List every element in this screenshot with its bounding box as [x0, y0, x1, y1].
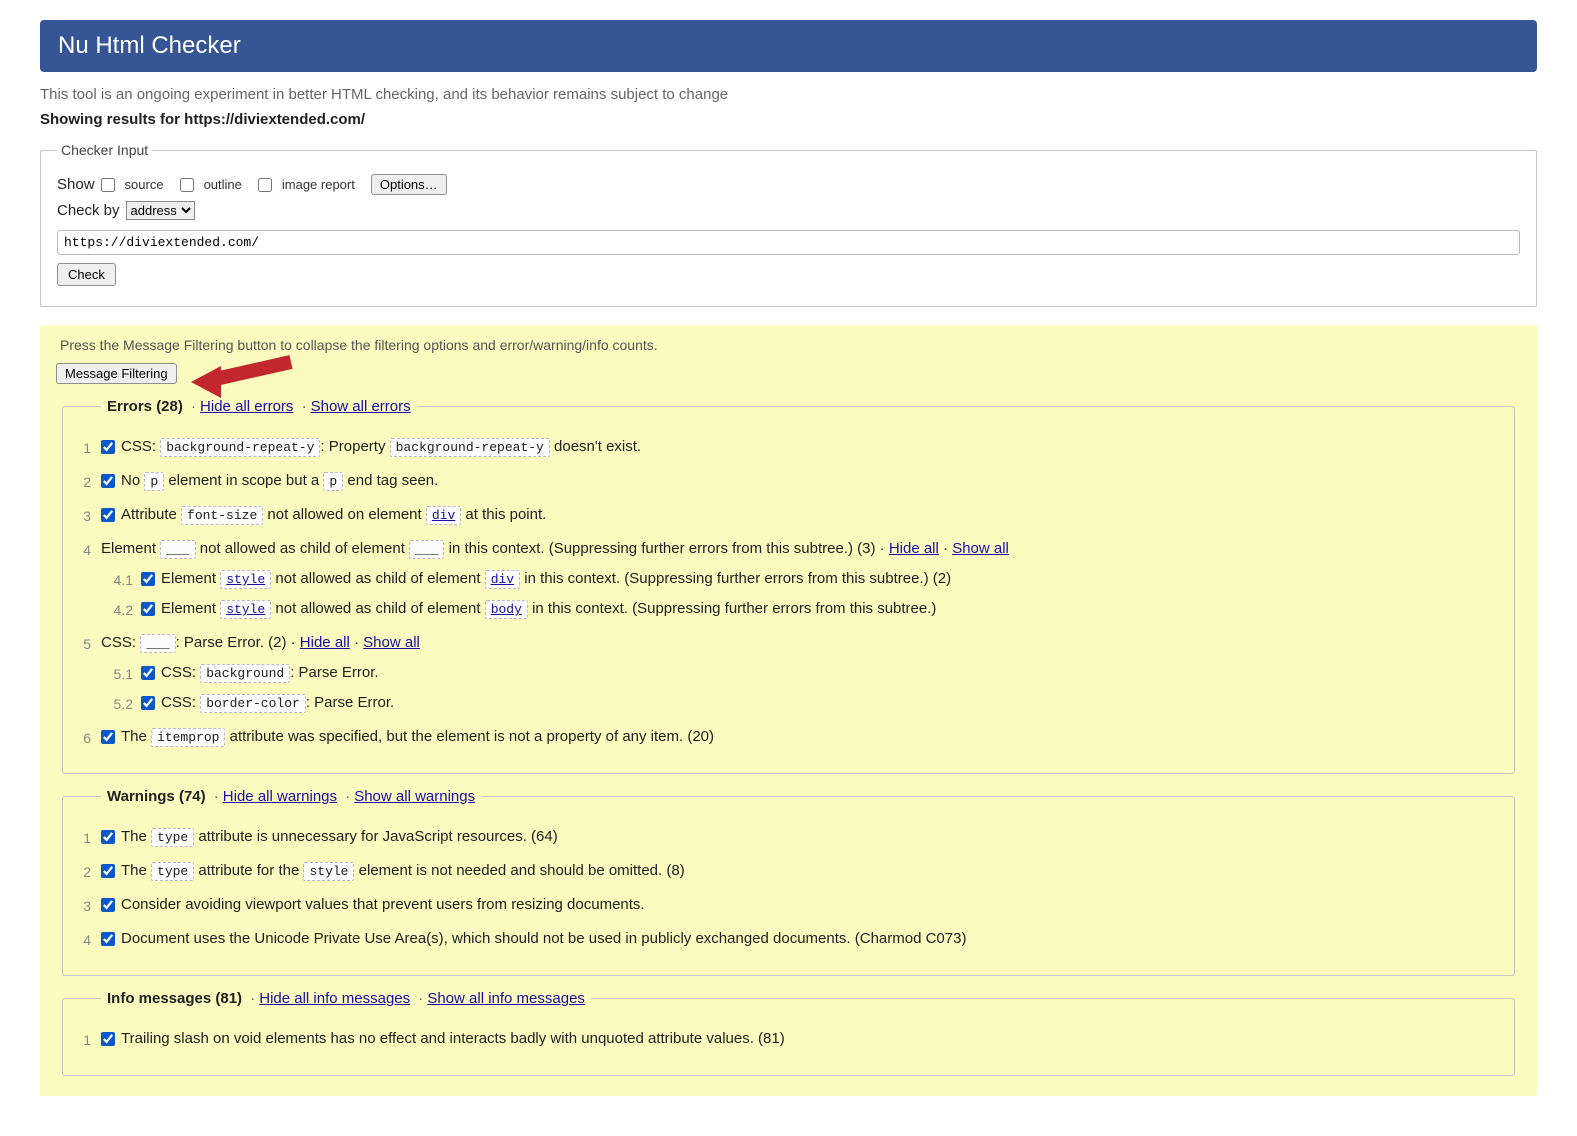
message-toggle-checkbox[interactable]	[101, 1032, 115, 1046]
message-toggle-checkbox[interactable]	[141, 666, 155, 680]
check-by-label: Check by	[57, 202, 120, 219]
showing-results: Showing results for https://diviextended…	[40, 111, 1537, 128]
code-token-link[interactable]: style	[220, 600, 271, 619]
sub-item-number: 5.2	[103, 693, 133, 715]
address-input[interactable]	[57, 230, 1520, 255]
code-token: ___	[409, 540, 444, 559]
error-item: CSS: background-repeat-y: Property backg…	[101, 435, 1502, 459]
show-all-warnings-link[interactable]: Show all warnings	[354, 788, 475, 805]
hide-all-info-link[interactable]: Hide all info messages	[259, 990, 410, 1007]
info-fieldset: Info messages (81) ·Hide all info messag…	[62, 990, 1515, 1076]
code-token: ___	[160, 540, 195, 559]
warnings-fieldset: Warnings (74) ·Hide all warnings ·Show a…	[62, 788, 1515, 976]
code-token: background-repeat-y	[390, 438, 550, 457]
checker-legend: Checker Input	[57, 142, 152, 158]
code-token: font-size	[181, 506, 263, 525]
info-title: Info messages (81)	[107, 990, 242, 1007]
info-item: Trailing slash on void elements has no e…	[101, 1027, 1502, 1051]
error-sub-item: 5.2CSS: border-color: Parse Error.	[141, 691, 1502, 715]
message-toggle-checkbox[interactable]	[101, 440, 115, 454]
error-item: No p element in scope but a p end tag se…	[101, 469, 1502, 493]
sub-item-number: 5.1	[103, 663, 133, 685]
code-token: p	[144, 472, 164, 491]
source-label: source	[125, 177, 164, 192]
image-report-checkbox[interactable]	[258, 178, 272, 192]
error-item: Attribute font-size not allowed on eleme…	[101, 503, 1502, 527]
inline-link[interactable]: Hide all	[300, 634, 350, 651]
image-report-label: image report	[282, 177, 355, 192]
error-sub-item: 5.1CSS: background: Parse Error.	[141, 661, 1502, 685]
message-toggle-checkbox[interactable]	[101, 508, 115, 522]
code-token: style	[303, 862, 354, 881]
error-sub-item: 4.2Element style not allowed as child of…	[141, 597, 1502, 621]
show-all-errors-link[interactable]: Show all errors	[311, 398, 411, 415]
code-token: type	[151, 862, 194, 881]
error-item: The itemprop attribute was specified, bu…	[101, 725, 1502, 749]
message-toggle-checkbox[interactable]	[141, 696, 155, 710]
sub-item-number: 4.1	[103, 569, 133, 591]
code-token: ___	[140, 634, 175, 653]
message-toggle-checkbox[interactable]	[101, 898, 115, 912]
message-toggle-checkbox[interactable]	[141, 572, 155, 586]
code-token-link[interactable]: div	[426, 506, 461, 525]
error-item: CSS: ___: Parse Error. (2) · Hide all · …	[101, 631, 1502, 715]
code-token: type	[151, 828, 194, 847]
warning-item: The type attribute for the style element…	[101, 859, 1502, 883]
code-token: itemprop	[151, 728, 225, 747]
error-item: Element ___ not allowed as child of elem…	[101, 537, 1502, 621]
hide-all-warnings-link[interactable]: Hide all warnings	[223, 788, 337, 805]
page-title: Nu Html Checker	[58, 32, 1519, 60]
error-sub-item: 4.1Element style not allowed as child of…	[141, 567, 1502, 591]
intro-text: This tool is an ongoing experiment in be…	[40, 86, 1537, 103]
errors-fieldset: Errors (28) ·Hide all errors ·Show all e…	[62, 398, 1515, 774]
warnings-title: Warnings (74)	[107, 788, 206, 805]
sub-item-number: 4.2	[103, 599, 133, 621]
message-toggle-checkbox[interactable]	[101, 474, 115, 488]
source-checkbox[interactable]	[101, 178, 115, 192]
page-header: Nu Html Checker	[40, 20, 1537, 72]
message-toggle-checkbox[interactable]	[101, 730, 115, 744]
message-toggle-checkbox[interactable]	[101, 864, 115, 878]
filter-hint: Press the Message Filtering button to co…	[60, 337, 1527, 353]
check-button[interactable]: Check	[57, 263, 116, 286]
message-toggle-checkbox[interactable]	[141, 602, 155, 616]
show-label: Show	[57, 176, 95, 193]
message-toggle-checkbox[interactable]	[101, 932, 115, 946]
checker-input-fieldset: Checker Input Show source outline image …	[40, 142, 1537, 307]
code-token: background-repeat-y	[160, 438, 320, 457]
code-token: p	[323, 472, 343, 491]
show-all-info-link[interactable]: Show all info messages	[427, 990, 585, 1007]
message-filtering-button[interactable]: Message Filtering	[56, 363, 177, 384]
warning-item: Consider avoiding viewport values that p…	[101, 893, 1502, 917]
code-token: background	[200, 664, 290, 683]
outline-checkbox[interactable]	[180, 178, 194, 192]
inline-link[interactable]: Show all	[363, 634, 420, 651]
message-toggle-checkbox[interactable]	[101, 830, 115, 844]
results-panel: Press the Message Filtering button to co…	[40, 325, 1537, 1096]
warning-item: Document uses the Unicode Private Use Ar…	[101, 927, 1502, 951]
options-button[interactable]: Options…	[371, 174, 447, 195]
inline-link[interactable]: Show all	[952, 540, 1009, 557]
code-token-link[interactable]: style	[220, 570, 271, 589]
code-token: border-color	[200, 694, 306, 713]
outline-label: outline	[204, 177, 242, 192]
warning-item: The type attribute is unnecessary for Ja…	[101, 825, 1502, 849]
check-by-select[interactable]: address	[126, 201, 195, 220]
code-token-link[interactable]: div	[485, 570, 520, 589]
inline-link[interactable]: Hide all	[889, 540, 939, 557]
errors-title: Errors (28)	[107, 398, 183, 415]
code-token-link[interactable]: body	[485, 600, 528, 619]
